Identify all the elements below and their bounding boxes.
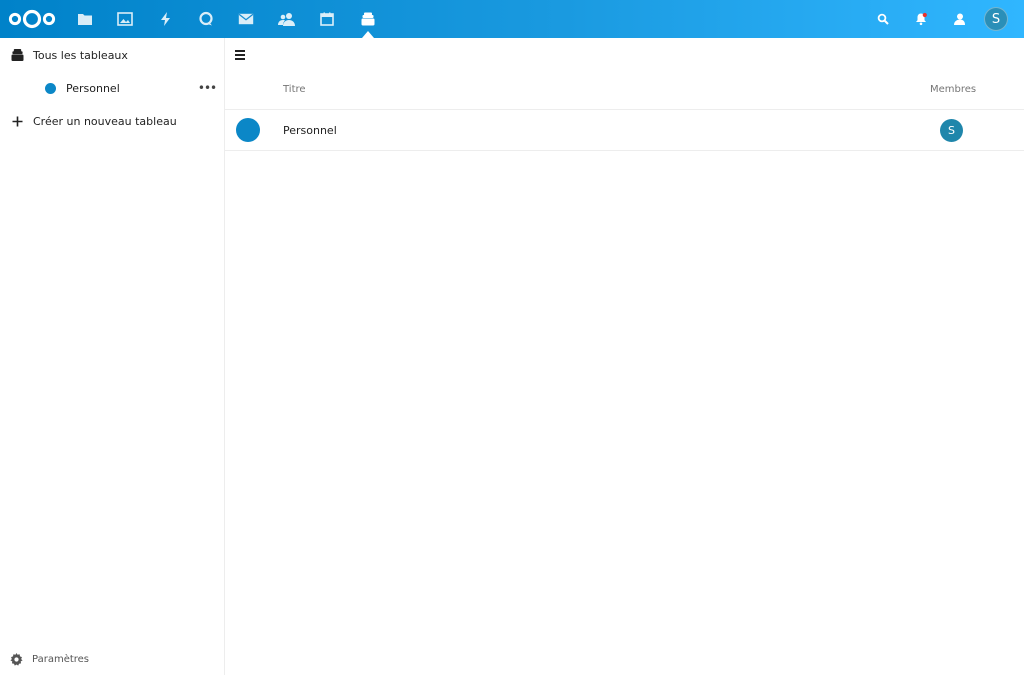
table-title: Personnel (283, 124, 337, 137)
table-color-dot (236, 118, 260, 142)
talk-icon[interactable] (194, 7, 218, 31)
files-icon[interactable] (73, 7, 97, 31)
gear-icon (10, 652, 23, 666)
top-header: S (0, 0, 1024, 38)
create-table-label: Créer un nouveau tableau (33, 114, 177, 128)
main-content: Titre Membres Personnel S (225, 38, 1024, 675)
settings-button[interactable]: Paramètres (0, 646, 224, 672)
plus-icon (10, 114, 24, 128)
row-divider (225, 150, 1024, 151)
contacts-menu-icon[interactable] (947, 7, 971, 31)
settings-label: Paramètres (32, 653, 90, 665)
app-navigation: Tous les tableaux Personnel ••• Créer un… (0, 38, 225, 675)
contacts-icon[interactable] (275, 7, 299, 31)
create-table-button[interactable]: Créer un nouveau tableau (0, 104, 224, 138)
column-header-title[interactable]: Titre (283, 84, 306, 95)
toggle-navigation-button[interactable] (235, 48, 249, 62)
table-row[interactable]: Personnel S (225, 110, 1024, 150)
column-header-members[interactable]: Membres (930, 84, 976, 95)
member-avatar[interactable]: S (940, 119, 963, 142)
sidebar-item-label: Personnel (66, 81, 120, 95)
photos-icon[interactable] (113, 7, 137, 31)
active-app-indicator (362, 31, 374, 38)
more-actions-button[interactable]: ••• (198, 80, 217, 96)
user-avatar[interactable]: S (984, 7, 1008, 31)
tables-icon[interactable] (356, 7, 380, 31)
search-icon[interactable] (871, 7, 895, 31)
sidebar-item-personnel[interactable]: Personnel ••• (0, 71, 224, 105)
notifications-icon[interactable] (909, 7, 933, 31)
nextcloud-logo[interactable] (8, 8, 56, 30)
sidebar-item-all-tables[interactable]: Tous les tableaux (0, 38, 224, 72)
tables-icon (10, 48, 24, 62)
calendar-icon[interactable] (315, 7, 339, 31)
mail-icon[interactable] (234, 7, 258, 31)
table-color-dot (43, 81, 57, 95)
sidebar-item-label: Tous les tableaux (33, 48, 128, 62)
activity-icon[interactable] (154, 7, 178, 31)
